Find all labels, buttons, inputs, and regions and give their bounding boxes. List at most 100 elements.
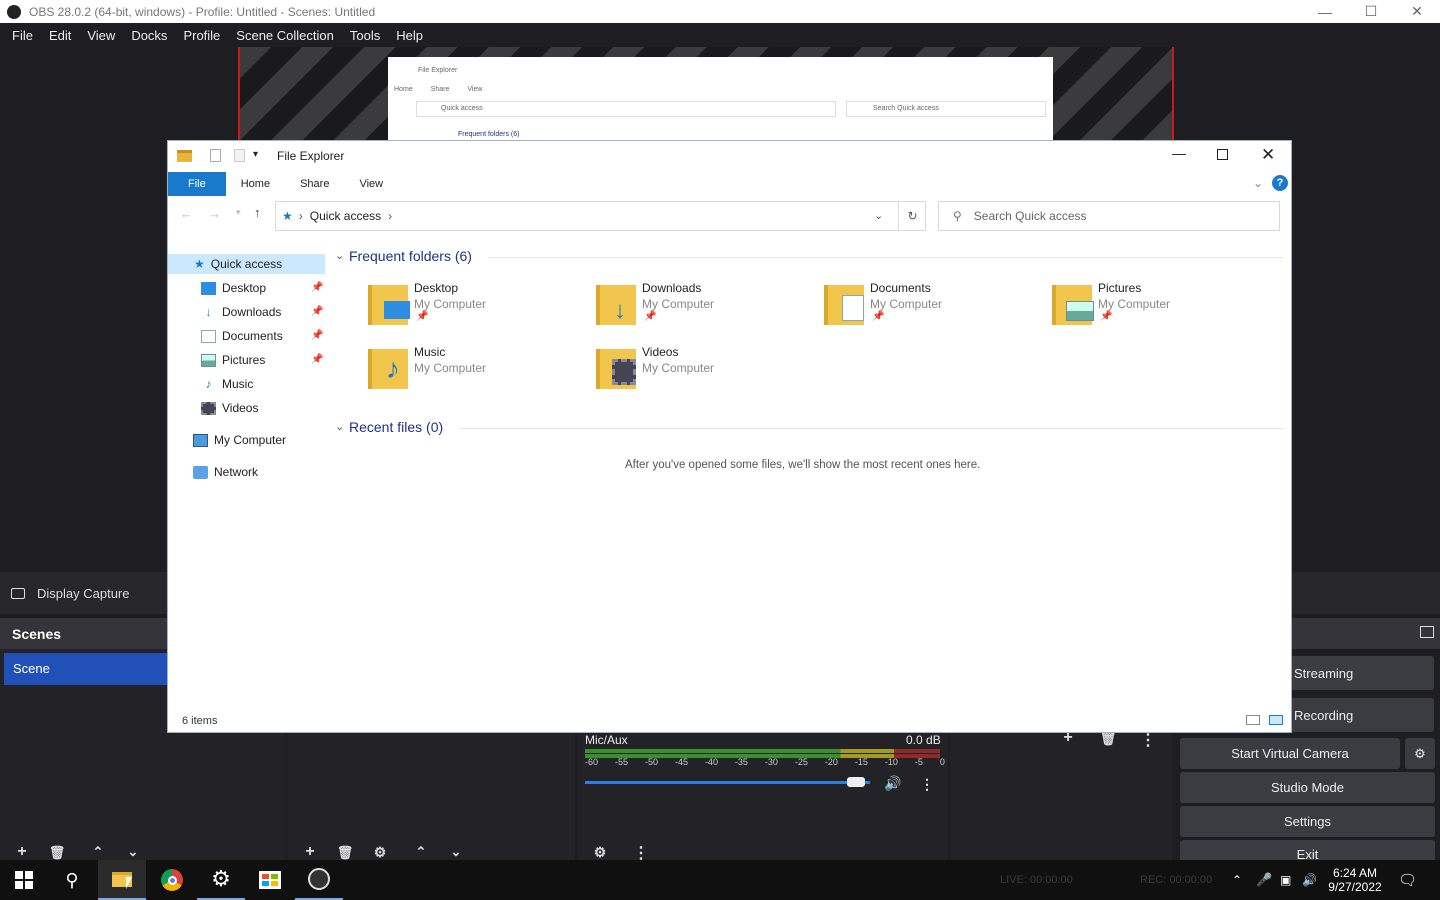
settings-button[interactable]: Settings [1180,806,1435,837]
kebab-menu-icon[interactable]: ⋮ [920,776,934,793]
minimize-icon[interactable]: — [1172,145,1186,161]
large-icons-view-icon[interactable] [1269,715,1283,725]
studio-mode-button[interactable]: Studio Mode [1180,772,1435,803]
move-down-icon[interactable]: ⌄ [121,844,145,860]
folder-videos[interactable]: Videos My Computer [596,345,811,401]
recent-locations-icon[interactable]: ▾ [236,207,241,218]
start-streaming-button[interactable]: Streaming [1292,656,1434,690]
volume-slider[interactable] [585,781,870,784]
customize-toolbar-icon[interactable]: ▾ [253,149,258,160]
show-hidden-icons-icon[interactable]: ⌃ [1232,860,1242,900]
source-properties-icon[interactable]: ⚙ [368,844,392,861]
start-recording-button[interactable]: Recording [1292,698,1434,732]
exit-button[interactable]: Exit [1180,840,1435,862]
tab-view[interactable]: View [344,172,398,196]
nav-videos[interactable]: Videos [201,398,258,418]
search-input[interactable]: Search Quick access [974,209,1087,223]
folder-location: My Computer [642,361,715,375]
menu-help[interactable]: Help [388,28,431,43]
network-tray-icon[interactable]: ▣ [1280,860,1291,900]
add-source-icon[interactable]: + [298,843,322,861]
back-icon[interactable]: ← [180,206,193,221]
menu-view[interactable]: View [79,28,123,43]
chevron-down-icon[interactable]: ⌄ [874,209,883,222]
nav-downloads[interactable]: ↓ Downloads [201,302,282,322]
frequent-folders-header[interactable]: Frequent folders (6) [349,248,472,264]
search-icon[interactable]: ⚲ [48,860,96,900]
preview-file-explorer: File Explorer Home Share View Quick acce… [388,57,1053,140]
menu-tools[interactable]: Tools [342,28,388,43]
nav-my-computer[interactable]: My Computer [193,430,286,450]
file-explorer-taskbar-icon[interactable] [98,860,146,900]
close-icon[interactable]: ✕ [1261,145,1275,165]
file-explorer-window: ▾ File Explorer — ✕ File Home Share View… [167,140,1292,733]
pin-icon[interactable]: 📌 [311,354,323,365]
move-up-icon[interactable]: ⌃ [86,844,110,860]
nav-quick-access[interactable]: ★ Quick access [168,254,325,274]
remove-scene-icon[interactable]: 🗑 [45,845,69,861]
volume-tray-icon[interactable]: 🔊 [1302,860,1317,900]
start-virtual-camera-button[interactable]: Start Virtual Camera [1180,738,1400,769]
nav-network[interactable]: Network [193,462,258,482]
speaker-icon[interactable]: 🔊 [884,775,901,792]
expand-ribbon-icon[interactable]: ⌄ [1253,176,1263,190]
up-icon[interactable]: ↑ [254,205,261,220]
nav-pictures[interactable]: Pictures [201,350,265,370]
maximize-icon[interactable]: ☐ [1348,0,1394,23]
tab-share[interactable]: Share [285,172,344,196]
pin-icon[interactable]: 📌 [311,282,323,293]
source-bar[interactable]: Display Capture [0,572,170,614]
nav-desktop[interactable]: Desktop [201,278,266,298]
chrome-icon[interactable] [148,860,196,900]
menu-docks[interactable]: Docks [123,28,175,43]
windows-start-icon[interactable] [0,860,48,900]
source-down-icon[interactable]: ⌄ [444,844,468,860]
pin-icon[interactable]: 📌 [311,330,323,341]
menu-edit[interactable]: Edit [41,28,79,43]
undock-icon[interactable] [1420,626,1434,638]
nav-music[interactable]: ♪ Music [201,374,254,394]
add-scene-icon[interactable]: + [10,843,34,861]
folder-music[interactable]: ♪ Music My Computer [368,345,583,401]
pin-icon[interactable]: 📌 [311,306,323,317]
menu-file[interactable]: File [4,28,41,43]
kebab-menu-icon[interactable]: ⋮ [1136,730,1160,750]
recent-files-header[interactable]: Recent files (0) [349,419,443,435]
settings-gear-icon[interactable]: ⚙ [197,860,245,900]
nav-documents[interactable]: Documents [201,326,283,346]
gear-icon[interactable]: ⚙ [1405,738,1435,769]
volume-slider-handle[interactable] [846,777,865,787]
chevron-right-icon[interactable]: › [388,209,392,223]
search-box[interactable]: ⚲ Search Quick access [938,201,1280,231]
folder-documents[interactable]: Documents My Computer 📌 [824,281,1039,337]
mixer-settings-icon[interactable]: ⚙ [588,844,612,861]
properties-icon[interactable] [210,149,221,162]
tab-file[interactable]: File [168,172,226,196]
source-up-icon[interactable]: ⌃ [409,844,433,860]
folder-pictures[interactable]: Pictures My Computer 📌 [1052,281,1267,337]
microphone-icon[interactable]: 🎤 [1256,860,1272,900]
forward-icon[interactable]: → [208,206,221,221]
notification-icon[interactable]: 🗨 [1398,860,1417,900]
chevron-down-icon[interactable]: ⌄ [335,249,344,262]
menu-scene-collection[interactable]: Scene Collection [228,28,342,43]
close-icon[interactable]: ✕ [1394,0,1440,23]
minimize-icon[interactable]: — [1302,0,1348,23]
help-icon[interactable]: ? [1272,175,1288,191]
menu-profile[interactable]: Profile [175,28,228,43]
obs-taskbar-icon[interactable] [295,860,343,900]
scene-item[interactable]: Scene [4,653,170,685]
refresh-icon[interactable]: ↻ [898,202,926,230]
maximize-icon[interactable] [1217,149,1228,160]
new-folder-icon[interactable] [234,149,245,162]
details-view-icon[interactable] [1246,715,1260,725]
address-bar[interactable]: ★ › Quick access › ⌄ ↻ [275,201,926,231]
folder-desktop[interactable]: Desktop My Computer 📌 [368,281,583,337]
clock[interactable]: 6:24 AM 9/27/2022 [1326,860,1384,900]
folder-downloads[interactable]: ↓ Downloads My Computer 📌 [596,281,811,337]
remove-source-icon[interactable]: 🗑 [333,845,357,861]
tab-home[interactable]: Home [226,172,285,196]
trash-icon[interactable]: 🗑 [1096,731,1120,747]
store-icon[interactable] [246,860,294,900]
chevron-down-icon[interactable]: ⌄ [335,420,344,433]
